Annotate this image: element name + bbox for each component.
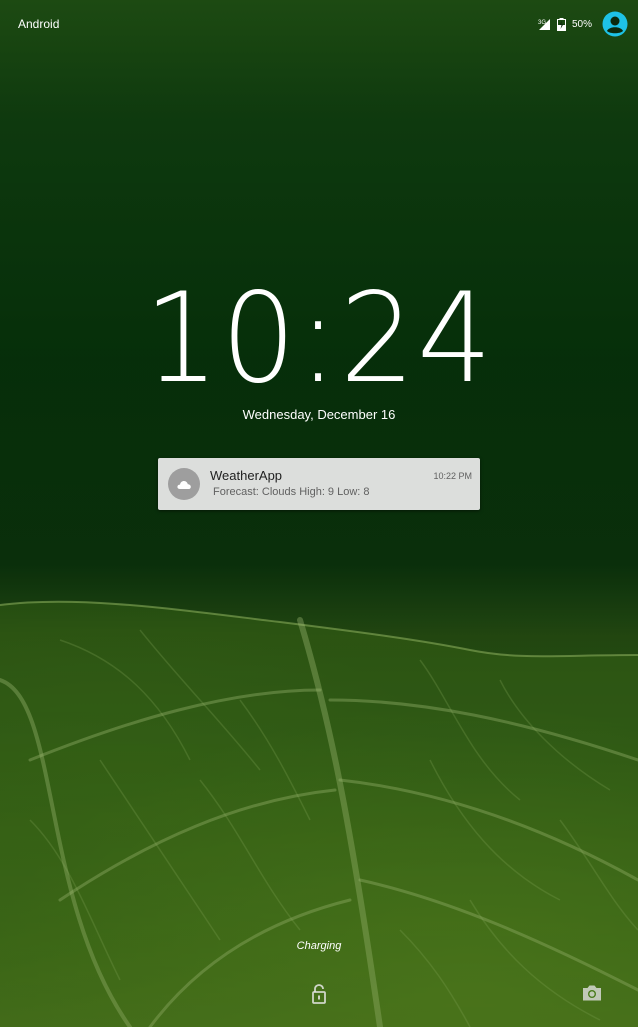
charging-status: Charging	[296, 940, 342, 952]
network-type-label: 3G	[538, 20, 546, 26]
lockscreen-date: Wednesday, December 16	[242, 407, 396, 422]
camera-icon[interactable]	[581, 984, 603, 1002]
status-icons: 3G 50%	[537, 11, 628, 37]
signal-icon: 3G	[538, 18, 550, 30]
weather-notification[interactable]: WeatherApp 10:22 PM Forecast: Clouds Hig…	[158, 458, 480, 510]
leaf-wallpaper-veins	[0, 0, 638, 1027]
user-avatar-icon[interactable]	[602, 11, 628, 37]
battery-charging-icon	[556, 17, 566, 31]
cloud-icon	[177, 480, 191, 489]
notification-app-icon	[168, 468, 200, 500]
notification-text: Forecast: Clouds High: 9 Low: 8	[213, 486, 370, 498]
lockscreen-clock: 10:24	[143, 265, 495, 411]
status-bar: Android 3G 50%	[0, 0, 638, 48]
notification-time: 10:22 PM	[433, 471, 472, 481]
notification-title: WeatherApp	[210, 468, 283, 483]
carrier-label: Android	[18, 17, 60, 31]
unlock-icon[interactable]	[309, 983, 329, 1005]
battery-percentage: 50%	[571, 18, 592, 30]
